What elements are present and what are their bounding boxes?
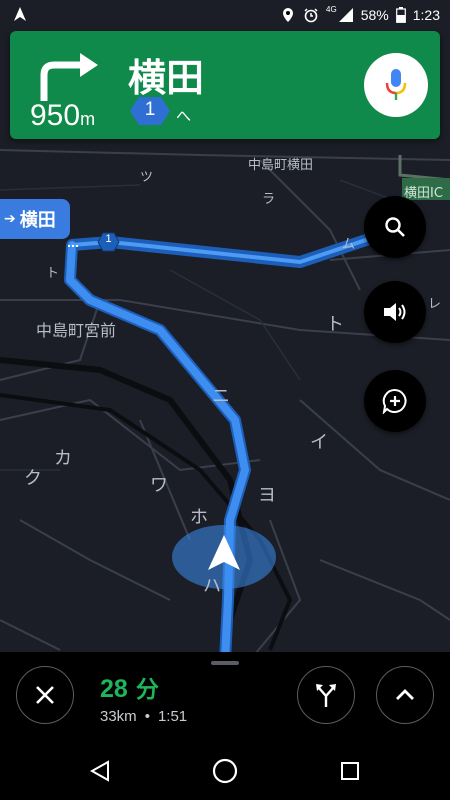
recents-icon [341, 762, 359, 780]
add-report-icon [382, 388, 407, 414]
map-label-ni: ニ [212, 386, 230, 407]
map-label-ku: ク [24, 468, 42, 489]
arrow-right-icon: ➔ [4, 211, 16, 227]
mic-icon [385, 69, 407, 100]
network-type: 4G [326, 5, 337, 14]
search-icon [385, 217, 405, 237]
eta-time-unit: 分 [135, 677, 159, 703]
route-marker: 1 [105, 233, 112, 245]
exit-navigation-button[interactable] [16, 666, 74, 724]
direction-card[interactable]: 横田 950m 1 へ [10, 31, 440, 139]
location-icon [283, 8, 294, 22]
map-label-nakajima-yokota: 中島町横田 [248, 158, 314, 173]
map-label-ho: ホ [190, 507, 208, 528]
map-label-mu: ム [342, 237, 356, 252]
map-label-i: イ [310, 432, 328, 453]
map-label-ha: ハ [203, 576, 221, 597]
voice-search-button[interactable] [364, 53, 428, 117]
alternate-routes-icon [316, 684, 336, 707]
distance-value: 950 [30, 99, 81, 132]
turn-right-icon [40, 53, 98, 101]
eta-distance: 33km [100, 708, 137, 725]
battery-icon [395, 7, 406, 23]
alarm-icon [304, 8, 318, 23]
expand-button[interactable] [376, 666, 434, 724]
map-label-wa: ワ [150, 475, 168, 496]
recents-button[interactable] [336, 757, 364, 785]
back-button[interactable] [86, 757, 114, 785]
map-label-yokota-ic: 横田IC [404, 186, 443, 201]
sound-button[interactable] [364, 281, 426, 343]
volume-icon [384, 303, 406, 321]
alternate-routes-button[interactable] [297, 666, 355, 724]
clock: 1:23 [412, 7, 440, 23]
close-icon [36, 686, 54, 704]
navigation-icon [14, 7, 26, 21]
trip-summary-sheet[interactable]: 28 分 33km • 1:51 [0, 652, 450, 742]
eta-arrival: 1:51 [157, 708, 188, 725]
destination-callout-label: 横田 [19, 210, 56, 231]
battery-percent: 58% [360, 7, 389, 23]
drag-handle[interactable] [211, 661, 239, 665]
add-report-button[interactable] [364, 370, 426, 432]
home-button[interactable] [211, 757, 239, 785]
system-nav-bar [0, 742, 450, 800]
route-shield: 1 [128, 95, 172, 127]
eta-separator: • [144, 708, 150, 725]
eta-time-value: 28 [100, 675, 128, 703]
map-label-nakajima-miyamae: 中島町宮前 [36, 321, 117, 340]
destination-callout[interactable]: ➔ 横田 [0, 199, 70, 239]
signal-icon [338, 8, 353, 22]
map-label-to-1: ト [46, 266, 60, 281]
map-label-ra: ラ [262, 192, 276, 207]
map-label-ka: カ [54, 448, 72, 469]
direction-street-name: 横田 [128, 56, 205, 100]
map-label-tsu: ツ [140, 170, 154, 185]
eta-detail: 33km • 1:51 [100, 708, 187, 725]
distance-unit: m [80, 109, 96, 129]
eta-time: 28 分 [100, 670, 159, 704]
route-number: 1 [144, 99, 156, 120]
back-icon [89, 760, 109, 782]
status-bar: 4G 58% 1:23 [0, 0, 450, 32]
map-label-to-2: ト [326, 314, 344, 335]
search-button[interactable] [364, 196, 426, 258]
home-icon [212, 758, 238, 784]
chevron-up-icon [396, 689, 414, 700]
route-suffix: へ [176, 107, 192, 125]
map-label-re: レ [428, 297, 442, 312]
direction-distance: 950m [30, 99, 95, 133]
map-label-yo: ヨ [258, 485, 276, 506]
